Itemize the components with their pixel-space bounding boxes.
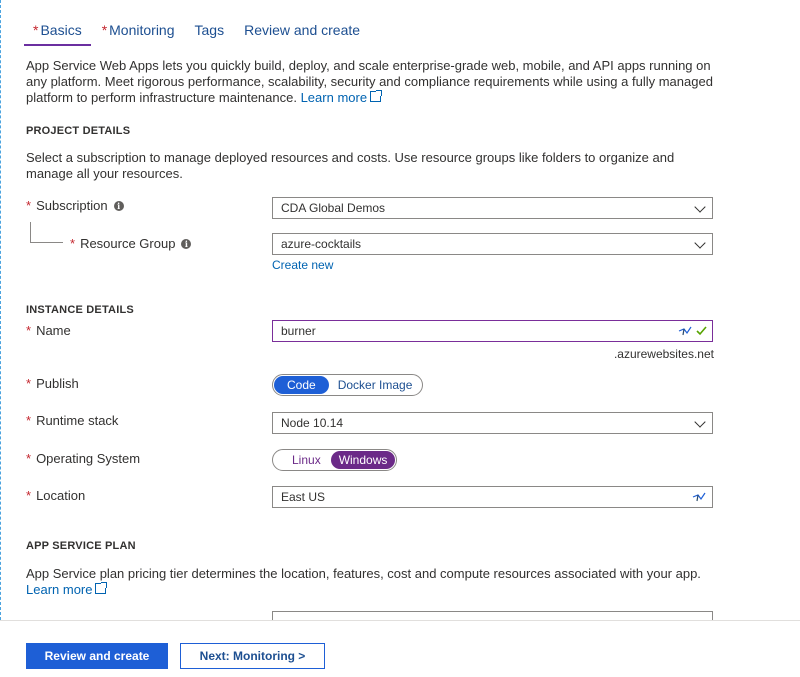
- autocomplete-icon: [692, 492, 706, 502]
- resource-group-label: * Resource Group i: [70, 236, 192, 251]
- learn-more-text: Learn more: [26, 582, 93, 597]
- check-icon: [696, 326, 707, 336]
- external-link-icon: [95, 582, 108, 594]
- name-value: burner: [281, 324, 316, 338]
- tab-label: Review and create: [244, 22, 361, 38]
- location-label: * Location: [26, 488, 85, 503]
- publish-label: * Publish: [26, 376, 79, 391]
- operating-system-label: * Operating System: [26, 451, 140, 466]
- tab-label: Basics: [40, 22, 82, 38]
- learn-more-text: Learn more: [300, 90, 368, 105]
- resource-group-value: azure-cocktails: [281, 237, 362, 251]
- tree-connector: [30, 222, 63, 243]
- required-marker: *: [33, 22, 39, 38]
- location-input[interactable]: East US: [272, 486, 713, 508]
- project-details-description: Select a subscription to manage deployed…: [26, 150, 675, 181]
- autocomplete-icon: [678, 326, 692, 336]
- required-marker: *: [101, 22, 108, 38]
- app-service-plan-title: APP SERVICE PLAN: [26, 540, 136, 552]
- required-marker: *: [26, 413, 32, 428]
- review-and-create-button[interactable]: Review and create: [26, 643, 168, 669]
- runtime-stack-label-text: Runtime stack: [36, 413, 119, 428]
- os-option-windows[interactable]: Windows: [330, 451, 396, 469]
- subscription-value: CDA Global Demos: [281, 201, 386, 215]
- required-marker: *: [70, 236, 76, 251]
- app-service-plan-description-text: App Service plan pricing tier determines…: [26, 566, 701, 581]
- chevron-down-icon: [694, 237, 706, 249]
- required-marker: *: [26, 323, 32, 338]
- runtime-stack-value: Node 10.14: [281, 416, 344, 430]
- resource-group-select[interactable]: azure-cocktails: [272, 233, 713, 255]
- name-input[interactable]: burner: [272, 320, 713, 342]
- learn-more-link[interactable]: Learn more: [26, 582, 108, 597]
- subscription-label-text: Subscription: [36, 198, 108, 213]
- name-label: * Name: [26, 323, 71, 338]
- required-marker: *: [26, 376, 32, 391]
- create-new-link[interactable]: Create new: [272, 258, 333, 272]
- external-link-icon: [370, 90, 383, 102]
- chevron-down-icon: [694, 201, 706, 213]
- tab-basics[interactable]: * Basics: [24, 22, 91, 46]
- runtime-stack-select[interactable]: Node 10.14: [272, 412, 713, 434]
- publish-toggle: Code Docker Image: [272, 374, 424, 396]
- learn-more-link[interactable]: Learn more: [300, 90, 383, 105]
- next-monitoring-button[interactable]: Next: Monitoring >: [180, 643, 325, 669]
- publish-option-code[interactable]: Code: [274, 376, 329, 394]
- tab-review-and-create[interactable]: Review and create: [235, 22, 369, 46]
- name-label-text: Name: [36, 323, 71, 338]
- instance-details-title: INSTANCE DETAILS: [26, 304, 134, 316]
- required-marker: *: [26, 451, 32, 466]
- location-label-text: Location: [36, 488, 86, 503]
- left-dashed-border: [0, 0, 1, 620]
- os-option-linux[interactable]: Linux: [274, 451, 331, 469]
- tab-label: Monitoring: [109, 22, 175, 38]
- required-marker: *: [26, 198, 32, 213]
- subscription-select[interactable]: CDA Global Demos: [272, 197, 713, 219]
- chevron-down-icon: [694, 416, 706, 428]
- publish-option-docker-image[interactable]: Docker Image: [329, 376, 422, 394]
- subscription-label: * Subscription i: [26, 198, 124, 213]
- runtime-stack-label: * Runtime stack: [26, 413, 118, 428]
- intro-block: App Service Web Apps lets you quickly bu…: [26, 58, 716, 106]
- tab-monitoring[interactable]: * Monitoring: [93, 22, 184, 46]
- project-details-title: PROJECT DETAILS: [26, 125, 131, 137]
- publish-label-text: Publish: [36, 376, 79, 391]
- tab-label: Tags: [194, 22, 225, 38]
- operating-system-label-text: Operating System: [36, 451, 141, 466]
- resource-group-label-text: Resource Group: [80, 236, 176, 251]
- domain-suffix: .azurewebsites.net: [613, 347, 714, 361]
- app-service-plan-description: App Service plan pricing tier determines…: [26, 566, 716, 598]
- required-marker: *: [26, 488, 32, 503]
- tab-tags[interactable]: Tags: [186, 22, 234, 46]
- location-value: East US: [281, 490, 326, 504]
- intro-text: App Service Web Apps lets you quickly bu…: [26, 58, 716, 106]
- tab-bar: * Basics * Monitoring Tags Review and crea…: [24, 0, 371, 46]
- operating-system-toggle: Linux Windows: [272, 449, 398, 471]
- info-icon[interactable]: i: [181, 238, 192, 249]
- info-icon[interactable]: i: [113, 200, 124, 211]
